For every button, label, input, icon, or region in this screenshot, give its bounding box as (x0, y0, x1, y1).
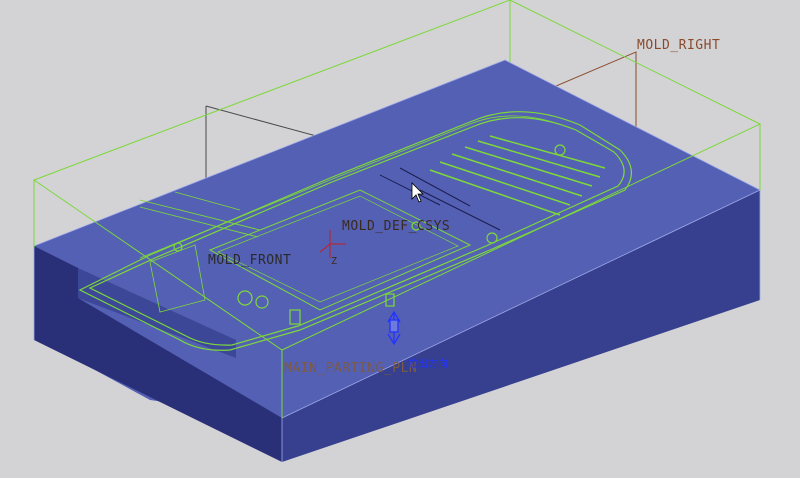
pull-direction-label: 拉出方向 (408, 359, 448, 370)
mold-model[interactable] (0, 0, 800, 478)
mold-def-csys-label[interactable]: MOLD_DEF_CSYS (342, 219, 450, 234)
main-parting-pln-label[interactable]: MAIN_PARTING_PLN (284, 361, 417, 376)
csys-z-label: Z (331, 256, 338, 267)
mold-front-label[interactable]: MOLD_FRONT (208, 253, 291, 268)
model-viewport[interactable]: MOLD_RIGHT MOLD_DEF_CSYS MOLD_FRONT Z MA… (0, 0, 800, 478)
mold-right-label[interactable]: MOLD_RIGHT (637, 38, 720, 53)
